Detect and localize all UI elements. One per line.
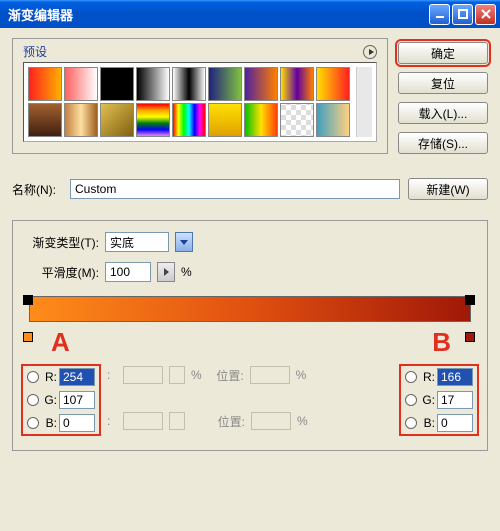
preset-swatch[interactable]: [172, 103, 206, 137]
minimize-button[interactable]: [429, 4, 450, 25]
disabled-stepper-2: [169, 412, 185, 430]
load-button[interactable]: 载入(L)...: [398, 102, 488, 124]
preset-swatch[interactable]: [172, 67, 206, 101]
preset-swatch[interactable]: [64, 103, 98, 137]
preset-swatch[interactable]: [316, 67, 350, 101]
radio-b-a[interactable]: [27, 417, 39, 429]
gradtype-label: 渐变类型(T):: [23, 234, 99, 251]
radio-b-b[interactable]: [405, 417, 417, 429]
preset-swatch[interactable]: [208, 103, 242, 137]
input-g-b[interactable]: 17: [437, 391, 473, 409]
input-r-b[interactable]: 166: [437, 368, 473, 386]
preset-swatch[interactable]: [100, 67, 134, 101]
radio-g-a[interactable]: [27, 394, 39, 406]
smooth-unit: %: [181, 265, 192, 279]
gradient-bar-area: A B: [23, 296, 477, 356]
mid-controls: :%位置:% :位置:%: [107, 366, 393, 434]
rgb-group-a: R:254 G:107 B:0: [23, 366, 99, 434]
new-button[interactable]: 新建(W): [408, 178, 488, 200]
radio-r-b[interactable]: [405, 371, 417, 383]
disabled-pos-field: [250, 366, 290, 384]
annotation-b: B: [432, 327, 451, 358]
annotation-a: A: [51, 327, 70, 358]
preset-scrollbar[interactable]: [356, 67, 372, 137]
preset-label: 预设: [23, 43, 47, 60]
window-title: 渐变编辑器: [4, 5, 429, 24]
preset-swatch[interactable]: [208, 67, 242, 101]
color-stop-left[interactable]: [23, 332, 35, 346]
preset-swatch[interactable]: [280, 103, 314, 137]
radio-r-a[interactable]: [27, 371, 39, 383]
preset-swatch[interactable]: [136, 103, 170, 137]
gradtype-dropdown-icon[interactable]: [175, 232, 193, 252]
preset-panel: 预设: [12, 38, 388, 154]
name-input[interactable]: [70, 179, 400, 199]
preset-swatch[interactable]: [64, 67, 98, 101]
ok-button[interactable]: 确定: [398, 42, 488, 64]
preset-swatch[interactable]: [100, 103, 134, 137]
maximize-button[interactable]: [452, 4, 473, 25]
disabled-field: [123, 366, 163, 384]
name-label: 名称(N):: [12, 181, 62, 198]
input-g-a[interactable]: 107: [59, 391, 95, 409]
preset-swatch[interactable]: [136, 67, 170, 101]
gradient-bar[interactable]: [29, 296, 471, 322]
preset-swatch[interactable]: [280, 67, 314, 101]
smooth-stepper-icon[interactable]: [157, 262, 175, 282]
preset-swatch[interactable]: [244, 67, 278, 101]
smooth-input[interactable]: 100: [105, 262, 151, 282]
disabled-field-2: [123, 412, 163, 430]
disabled-pos-field-2: [251, 412, 291, 430]
reset-button[interactable]: 复位: [398, 72, 488, 94]
input-b-b[interactable]: 0: [437, 414, 473, 432]
rgb-group-b: R:166 G:17 B:0: [401, 366, 477, 434]
preset-swatch[interactable]: [28, 67, 62, 101]
preset-swatch[interactable]: [316, 103, 350, 137]
input-r-a[interactable]: 254: [59, 368, 95, 386]
opacity-stop-left[interactable]: [23, 295, 35, 309]
save-button[interactable]: 存储(S)...: [398, 132, 488, 154]
input-b-a[interactable]: 0: [59, 414, 95, 432]
smooth-label: 平滑度(M):: [23, 264, 99, 281]
close-button[interactable]: [475, 4, 496, 25]
title-bar: 渐变编辑器: [0, 0, 500, 28]
radio-g-b[interactable]: [405, 394, 417, 406]
preset-swatch[interactable]: [28, 103, 62, 137]
preset-swatches: [28, 67, 352, 137]
disabled-stepper: [169, 366, 185, 384]
preset-swatch[interactable]: [244, 103, 278, 137]
gradtype-select[interactable]: 实底: [105, 232, 169, 252]
opacity-stop-right[interactable]: [465, 295, 477, 309]
color-stop-right[interactable]: [465, 332, 477, 346]
preset-menu-icon[interactable]: [363, 45, 377, 59]
